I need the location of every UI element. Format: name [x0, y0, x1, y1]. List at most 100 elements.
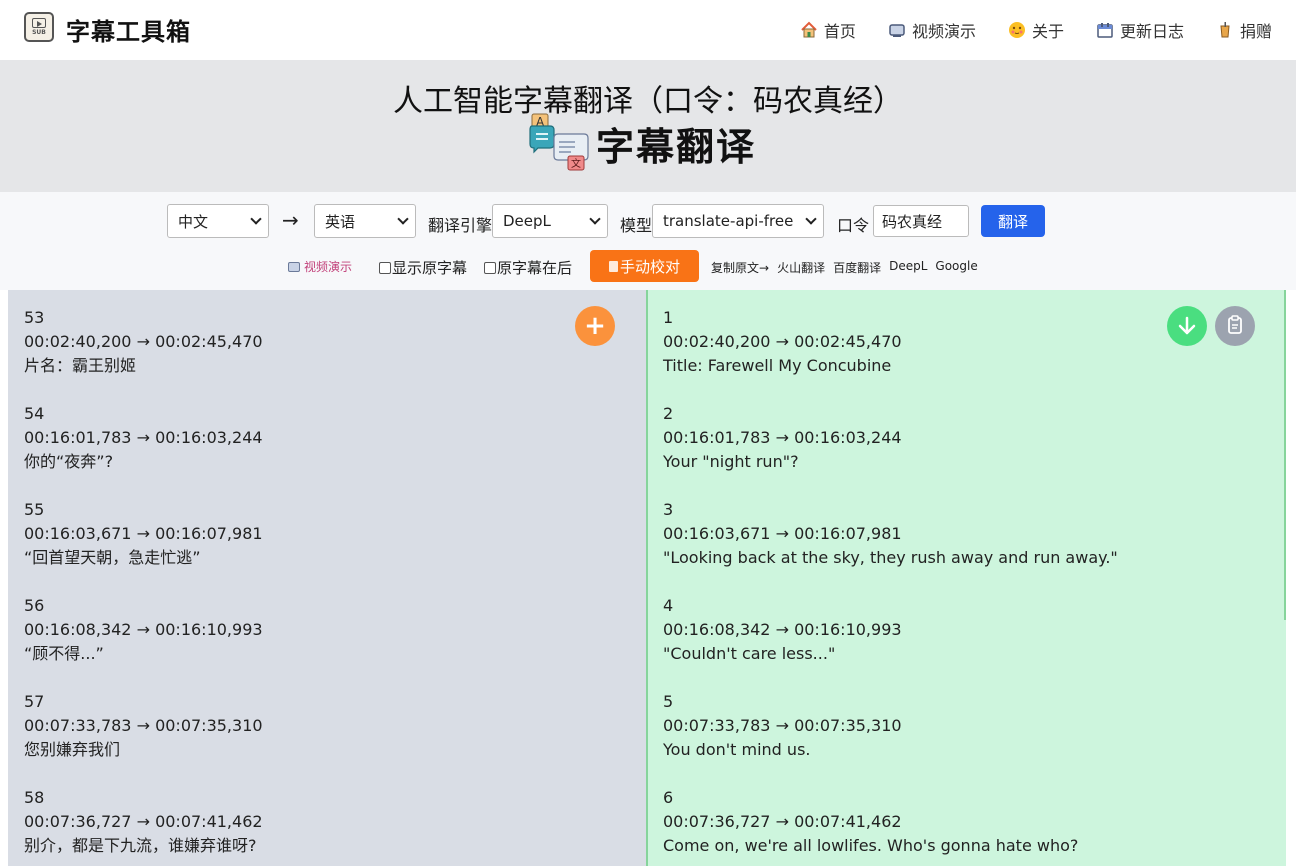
manual-proofread-button[interactable]: 手动校对 [590, 250, 699, 282]
subtitle-time: 00:16:01,783 → 00:16:03,244 [663, 428, 902, 447]
nav-menu: 首页 视频演示 关于 更新日志 捐赠 [800, 18, 1272, 42]
subtitle-index: 5 [663, 692, 674, 711]
subtitle-text: "Couldn't care less..." [663, 644, 836, 663]
subtitle-index: 2 [663, 404, 674, 423]
engine-value: DeepL [503, 212, 551, 230]
subtitle-text: “顾不得...” [24, 644, 104, 663]
controls-bar: 中文 → 英语 翻译引擎 DeepL 模型 translate-api-free… [0, 192, 1296, 290]
subtitle-time: 00:16:08,342 → 00:16:10,993 [663, 620, 902, 639]
chevron-down-icon [397, 213, 409, 225]
engine-label: 翻译引擎 [428, 216, 493, 235]
brand-title[interactable]: 字幕工具箱 [66, 12, 191, 47]
original-after-label: 原字幕在后 [497, 259, 573, 277]
model-select[interactable]: translate-api-free [652, 204, 824, 238]
tv-icon [888, 21, 906, 39]
nav-item-label: 关于 [1031, 22, 1064, 41]
download-button[interactable] [1167, 306, 1207, 346]
source-language-select[interactable]: 中文 [167, 204, 269, 238]
nav-item-label: 首页 [823, 22, 856, 41]
password-input[interactable]: 码农真经 [873, 205, 969, 237]
video-demo-link[interactable]: 视频演示 [288, 258, 352, 275]
subtitle-entry: 5 00:07:33,783 → 00:07:35,310 You don't … [663, 690, 902, 762]
subtitle-text: 您别嫌弃我们 [24, 740, 121, 759]
show-original-checkbox[interactable]: 显示原字幕 [379, 257, 467, 278]
subtitle-text: “回首望天朝，急走忙逃” [24, 548, 201, 567]
nav-item-changelog[interactable]: 更新日志 [1096, 18, 1184, 42]
subtitle-text: "Looking back at the sky, they rush away… [663, 548, 1118, 567]
translate-button[interactable]: 翻译 [981, 205, 1045, 237]
model-label: 模型 [620, 216, 653, 235]
subtitle-time: 00:07:36,727 → 00:07:41,462 [24, 812, 263, 831]
page-subtitle: 字幕翻译 [596, 125, 757, 169]
baidu-translate-link[interactable]: 百度翻译 [833, 259, 881, 276]
subtitle-time: 00:16:03,671 → 00:16:07,981 [663, 524, 902, 543]
subtitle-text: 你的“夜奔”? [24, 452, 114, 471]
target-language-select[interactable]: 英语 [314, 204, 416, 238]
chevron-down-icon [805, 213, 817, 225]
subtitle-entry: 2 00:16:01,783 → 00:16:03,244 Your "nigh… [663, 402, 902, 474]
original-after-checkbox[interactable]: 原字幕在后 [484, 257, 572, 278]
source-subtitle-panel[interactable]: 53 00:02:40,200 → 00:02:45,470 片名：霸王别姬 5… [8, 290, 646, 866]
translated-subtitle-panel[interactable]: 1 00:02:40,200 → 00:02:45,470 Title: Far… [646, 290, 1286, 866]
hero-banner: 人工智能字幕翻译（口令：码农真经） A 文 字幕翻译 [0, 60, 1296, 192]
video-demo-label: 视频演示 [304, 260, 353, 274]
direction-arrow: → [282, 208, 299, 232]
volcano-translate-link[interactable]: 火山翻译 [777, 259, 825, 276]
subtitle-index: 3 [663, 500, 674, 519]
chevron-down-icon [589, 213, 601, 225]
subtitle-text: Your "night run"? [663, 452, 799, 471]
nav-item-donate[interactable]: 捐赠 [1216, 18, 1272, 42]
manual-proofread-label: 手动校对 [619, 257, 680, 276]
subtitle-index: 57 [24, 692, 45, 711]
subtitle-index: 53 [24, 308, 45, 327]
external-links: 复制原文→ 火山翻译 百度翻译 DeepL Google [711, 259, 978, 276]
subtitle-time: 00:02:40,200 → 00:02:45,470 [24, 332, 263, 351]
tv-icon [288, 261, 300, 272]
chevron-down-icon [250, 213, 262, 225]
play-icon [32, 18, 46, 28]
subtitle-time: 00:07:36,727 → 00:07:41,462 [663, 812, 902, 831]
subtitle-index: 54 [24, 404, 45, 423]
nav-item-demo[interactable]: 视频演示 [888, 18, 976, 42]
checkbox-box[interactable] [379, 261, 391, 274]
model-value: translate-api-free [663, 212, 794, 230]
subtitle-entry: 1 00:02:40,200 → 00:02:45,470 Title: Far… [663, 306, 902, 378]
drink-icon [1216, 21, 1234, 39]
checkbox-box[interactable] [484, 261, 496, 274]
subtitle-index: 4 [663, 596, 674, 615]
engine-select[interactable]: DeepL [492, 204, 608, 238]
subtitle-index: 58 [24, 788, 45, 807]
subtitle-time: 00:07:33,783 → 00:07:35,310 [663, 716, 902, 735]
copy-button[interactable] [1215, 306, 1255, 346]
nav-item-about[interactable]: 关于 [1008, 18, 1064, 42]
copy-icon [1228, 315, 1242, 334]
document-icon [608, 260, 618, 272]
logo-text: SUB [32, 29, 46, 36]
smiley-icon [1008, 21, 1026, 39]
logo-icon[interactable]: SUB [24, 12, 54, 42]
subtitle-entry: 57 00:07:33,783 → 00:07:35,310 您别嫌弃我们 [24, 690, 263, 762]
subtitle-entry: 53 00:02:40,200 → 00:02:45,470 片名：霸王别姬 [24, 306, 263, 378]
copy-original-link[interactable]: 复制原文→ [711, 259, 769, 276]
subtitle-text: You don't mind us. [663, 740, 811, 759]
nav-item-home[interactable]: 首页 [800, 18, 856, 42]
subtitle-time: 00:07:33,783 → 00:07:35,310 [24, 716, 263, 735]
subtitle-entry: 3 00:16:03,671 → 00:16:07,981 "Looking b… [663, 498, 1118, 570]
svg-text:文: 文 [571, 157, 581, 170]
calendar-icon [1096, 21, 1114, 39]
subtitle-text: Come on, we're all lowlifes. Who's gonna… [663, 836, 1079, 855]
subtitle-entry: 4 00:16:08,342 → 00:16:10,993 "Couldn't … [663, 594, 902, 666]
google-link[interactable]: Google [935, 259, 977, 276]
subtitle-time: 00:02:40,200 → 00:02:45,470 [663, 332, 902, 351]
navbar: SUB 字幕工具箱 首页 视频演示 关于 更新日志 捐赠 [0, 0, 1296, 60]
subtitle-entry: 56 00:16:08,342 → 00:16:10,993 “顾不得...” [24, 594, 263, 666]
subtitle-index: 56 [24, 596, 45, 615]
subtitle-entry: 6 00:07:36,727 → 00:07:41,462 Come on, w… [663, 786, 1078, 858]
subtitle-time: 00:16:03,671 → 00:16:07,981 [24, 524, 263, 543]
arrow-down-icon [1178, 316, 1196, 335]
subtitle-text: Title: Farewell My Concubine [663, 356, 892, 375]
translate-chat-icon: A 文 [528, 112, 594, 174]
add-button[interactable]: + [575, 306, 615, 346]
plus-icon: + [584, 311, 606, 341]
deepl-link[interactable]: DeepL [889, 259, 927, 276]
